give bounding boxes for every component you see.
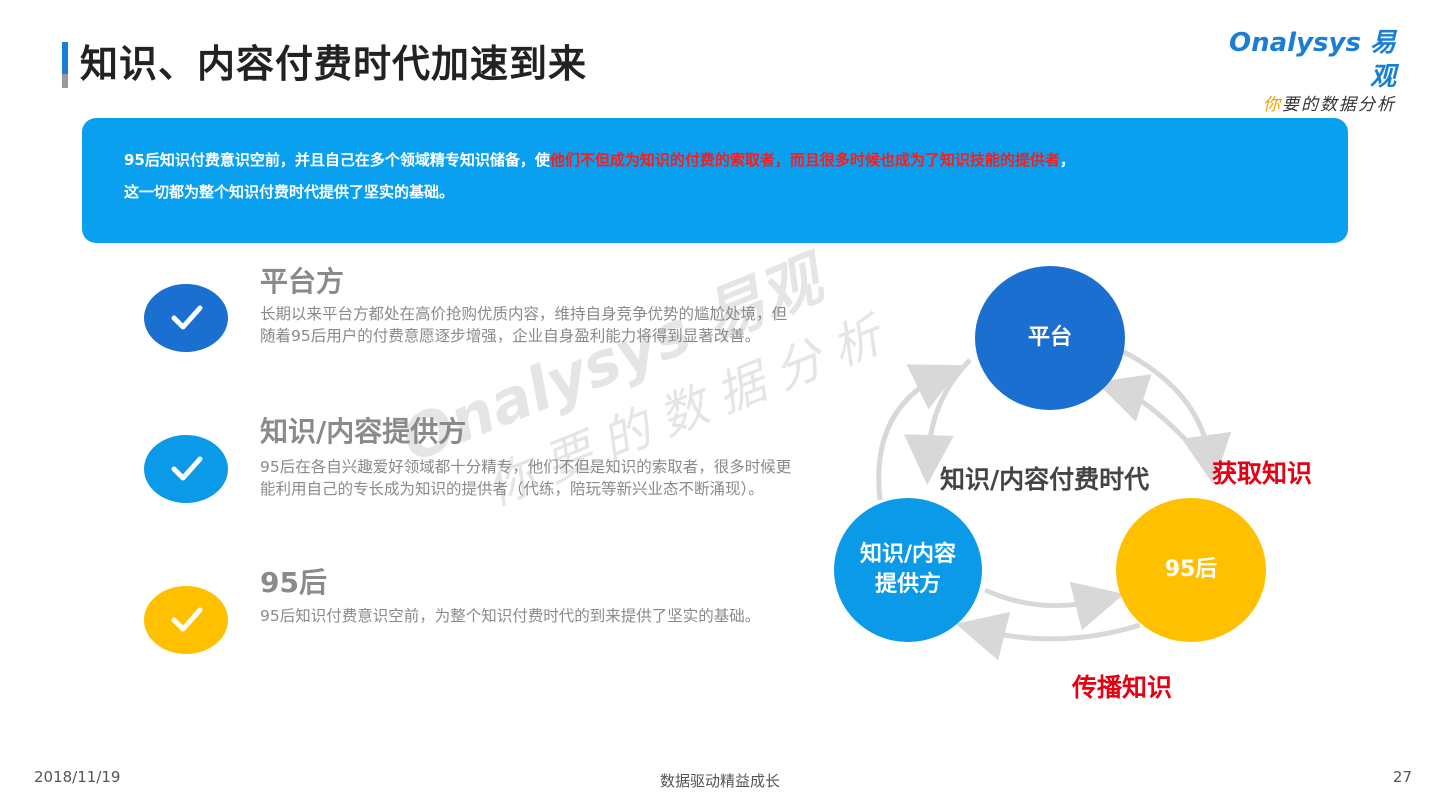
banner-line-1: 95后知识付费意识空前，并且自己在多个领域精专知识储备，使他们不但成为知识的付费…	[124, 144, 1308, 176]
banner-highlight: 他们不但成为知识的付费的索取者，而且很多时候也成为了知识技能的提供者	[549, 151, 1060, 169]
summary-banner: 95后知识付费意识空前，并且自己在多个领域精专知识储备，使他们不但成为知识的付费…	[82, 118, 1348, 243]
banner-line-1-prefix: 95后知识付费意识空前，并且自己在多个领域精专知识储备，使	[124, 151, 550, 169]
node-platform: 平台	[975, 266, 1125, 410]
analysys-logo: Onalysys 易观 你要的数据分析	[1206, 26, 1396, 115]
logo-main-text: Onalysys 易观	[1229, 28, 1396, 92]
node-provider-line-1: 知识/内容	[859, 542, 957, 567]
footer-slogan: 数据驱动精益成长	[659, 772, 780, 790]
cycle-diagram: 平台 知识/内容 提供方 95后 知识/内容付费时代 获取知识 传播知识	[820, 250, 1340, 750]
cycle-center-label: 知识/内容付费时代	[940, 465, 1150, 494]
logo-tagline-first: 你	[1263, 95, 1282, 115]
node-95: 95后	[1116, 498, 1266, 642]
item-desc-platform: 长期以来平台方都处在高价抢购优质内容，维持自身竞争优势的尴尬处境，但随着95后用…	[260, 305, 788, 345]
logo-tagline-rest: 要的数据分析	[1282, 95, 1396, 115]
node-provider-line-2: 提供方	[874, 572, 941, 597]
arrow-95-to-platform	[1096, 374, 1202, 457]
item-desc-95: 95后知识付费意识空前，为整个知识付费时代的到来提供了坚实的基础。	[260, 607, 761, 625]
label-spread-knowledge: 传播知识	[1072, 673, 1173, 702]
item-title-95: 95后	[260, 566, 327, 599]
check-icon	[144, 586, 228, 654]
check-icon	[144, 284, 228, 352]
arrow-provider-to-95	[983, 581, 1125, 631]
check-icon	[144, 435, 228, 503]
node-platform-label: 平台	[1027, 325, 1072, 350]
banner-line-2: 这一切都为整个知识付费时代提供了坚实的基础。	[124, 183, 455, 201]
label-acquire-knowledge: 获取知识	[1212, 459, 1313, 488]
item-title-platform: 平台方	[260, 265, 345, 298]
item-title-provider: 知识/内容提供方	[260, 415, 467, 448]
node-95-label: 95后	[1164, 557, 1218, 582]
item-desc-provider: 95后在各自兴趣爱好领域都十分精专，他们不但是知识的索取者，很多时候更能利用自己…	[260, 458, 792, 498]
logo-tagline: 你要的数据分析	[1206, 94, 1396, 116]
title-accent-bar	[62, 42, 68, 88]
page-title: 知识、内容付费时代加速到来	[80, 42, 588, 86]
arrow-95-to-provider	[955, 611, 1141, 661]
arrow-platform-to-provider	[903, 358, 972, 485]
node-provider: 知识/内容 提供方	[834, 498, 982, 642]
page-number: 27	[1392, 768, 1412, 786]
banner-line-1-suffix: ，	[1059, 151, 1075, 169]
arrow-platform-to-95	[1118, 347, 1232, 485]
